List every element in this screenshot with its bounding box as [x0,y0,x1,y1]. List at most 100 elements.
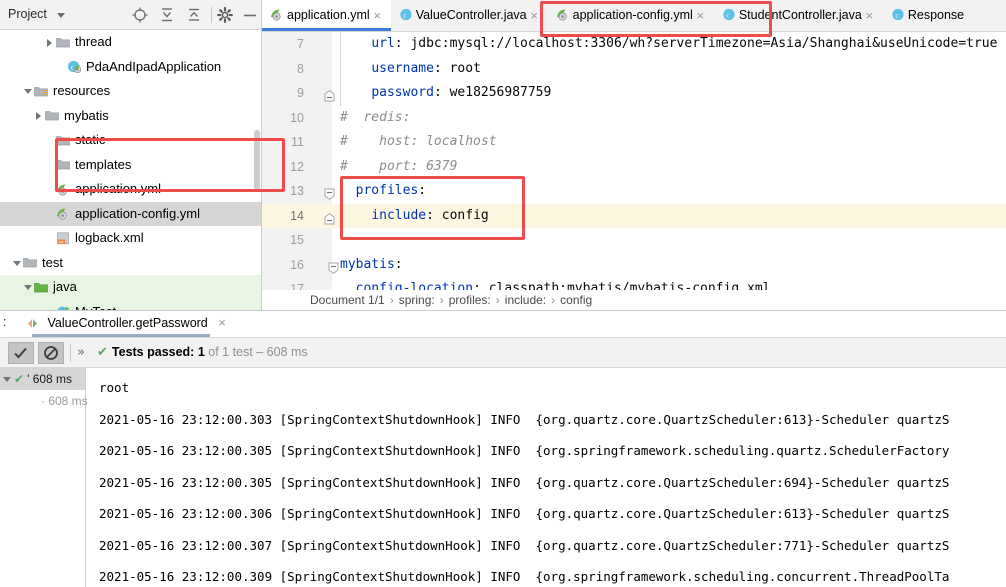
tree-item-label: logback.xml [75,230,144,245]
collapse-all-icon[interactable] [185,6,203,24]
yml-icon [55,177,72,202]
hide-ignored-toggle[interactable] [38,342,64,364]
xml-icon: <> [55,226,72,251]
editor-tab-bar[interactable]: application.yml × c ValueController.java × ap… [262,0,1006,32]
code-text: mybatis: [340,256,403,272]
code-line-10[interactable]: 10 # redis: [262,106,1006,131]
more-options-icon[interactable]: » [77,345,85,360]
close-icon[interactable]: × [693,0,708,31]
toolbar-divider [211,7,212,23]
test-results-tree[interactable]: ✔ ' 608 ms · 608 ms [0,368,88,587]
project-panel-title[interactable]: Project [8,7,47,21]
tree-item-resources[interactable]: resources [0,79,261,104]
test-duration-label: ' 608 ms [27,372,73,386]
close-icon[interactable]: × [370,0,385,31]
code-line-17[interactable]: 17 config-location: classpath:mybatis/my… [262,277,1006,290]
tree-item-mybatis[interactable]: mybatis [0,104,261,129]
breadcrumb-item[interactable]: Document 1/1 [310,290,385,310]
check-icon: ✔ [14,372,25,386]
tree-item-label: mybatis [64,107,109,123]
project-tree-scrollbar[interactable] [254,130,260,190]
project-tree[interactable]: thread c PdaAndIpadApplication resources myb… [0,30,261,311]
code-line-15[interactable]: 15 [262,228,1006,253]
tree-item-label: resources [53,83,111,98]
code-line-11[interactable]: 11 # host: localhost [262,130,1006,155]
test-tree-row[interactable]: ✔ ' 608 ms [0,368,85,390]
tests-passed-label: Tests passed: 1 [111,345,205,359]
spring-class-icon: c [66,55,83,80]
breadcrumb-item[interactable]: include: [505,290,546,310]
minimize-icon[interactable] [241,6,259,24]
tree-item-application-config-yml[interactable]: application-config.yml [0,201,261,226]
chevron-down-icon[interactable] [11,251,22,276]
tree-item-pdaandipadapplication[interactable]: c PdaAndIpadApplication [0,55,261,80]
chevron-down-icon[interactable] [22,79,33,104]
code-line-13[interactable]: 13 profiles: [262,179,1006,204]
gear-icon[interactable] [216,6,234,24]
run-tab-value-controller-getpassword[interactable]: ValueController.getPassword × [20,311,230,337]
chevron-down-icon[interactable] [57,13,65,18]
line-number: 11 [291,135,304,149]
breadcrumb[interactable]: Document 1/1 › spring: › profiles: › include: ›… [262,290,1006,310]
console-output[interactable]: root 2021-05-16 23:12:00.303 [SpringConte… [87,368,1006,587]
tree-item-label: thread [75,34,112,49]
code-line-8[interactable]: 8 username: root [262,56,1006,81]
code-line-12[interactable]: 12 # port: 6379 [262,155,1006,180]
project-toolbar: Project [0,0,261,30]
tree-item-label: application-config.yml [75,205,201,221]
close-icon[interactable]: × [211,311,226,335]
tree-item-logback-xml[interactable]: <> logback.xml [0,226,261,251]
fold-end-icon[interactable] [324,87,335,102]
tree-item-thread[interactable]: thread [0,30,261,55]
code-editor[interactable]: 7 url: jdbc:mysql://localhost:3306/wh?se… [262,32,1006,290]
expand-all-icon[interactable] [158,6,176,24]
editor-tab-valuecontroller-java[interactable]: c ValueController.java × [391,0,548,31]
fold-end-icon[interactable] [324,210,335,224]
code-text: url: jdbc:mysql://localhost:3306/wh?serv… [371,36,998,51]
tree-item-java[interactable]: java [0,275,261,300]
code-line-9[interactable]: 9 password: we18256987759 [262,81,1006,106]
chevron-right-icon[interactable] [44,30,55,55]
show-passed-toggle[interactable] [8,342,34,364]
code-line-7[interactable]: 7 url: jdbc:mysql://localhost:3306/wh?se… [262,32,1006,57]
code-line-14[interactable]: 14 include: config [262,203,1006,228]
tree-item-application-yml[interactable]: application.yml [0,177,261,202]
tree-item-label: application.yml [75,181,161,196]
editor-tab-studentcontroller-java[interactable]: c StudentController.java × [714,0,883,31]
test-tree-row[interactable]: · 608 ms [0,390,88,412]
line-number: 13 [290,184,304,198]
breadcrumb-item[interactable]: profiles: [449,290,491,310]
tree-item-label: MyTest [72,300,116,311]
fold-start-icon[interactable] [324,185,335,200]
console-line: 2021-05-16 23:12:00.307 [SpringContextSh… [99,537,950,553]
tree-item-templates[interactable]: templates [0,153,261,178]
tree-item-static[interactable]: static [0,128,261,153]
chevron-down-icon[interactable] [0,368,14,390]
editor-tab-response[interactable]: c Response [883,0,985,31]
fold-start-icon[interactable] [328,259,339,274]
close-icon[interactable]: × [527,0,542,31]
close-icon[interactable]: × [862,0,877,31]
code-line-16[interactable]: 16 mybatis: [262,253,1006,278]
locate-icon[interactable] [131,6,149,24]
chevron-right-icon[interactable] [33,104,44,129]
console-line: 2021-05-16 23:12:00.303 [SpringContextSh… [99,411,950,427]
tree-item-mytest[interactable]: cMyTest [0,299,261,311]
tree-item-test[interactable]: test [0,251,261,276]
console-line: 2021-05-16 23:12:00.306 [SpringContextSh… [99,506,950,521]
editor-tab-application-yml[interactable]: application.yml × [262,0,391,31]
editor-tab-application-config-yml[interactable]: application-config.yml × [548,0,714,31]
folder-icon [22,251,39,276]
breadcrumb-item[interactable]: spring: [399,290,435,310]
chevron-down-icon[interactable] [22,275,33,300]
breadcrumb-item[interactable]: config [560,290,592,310]
